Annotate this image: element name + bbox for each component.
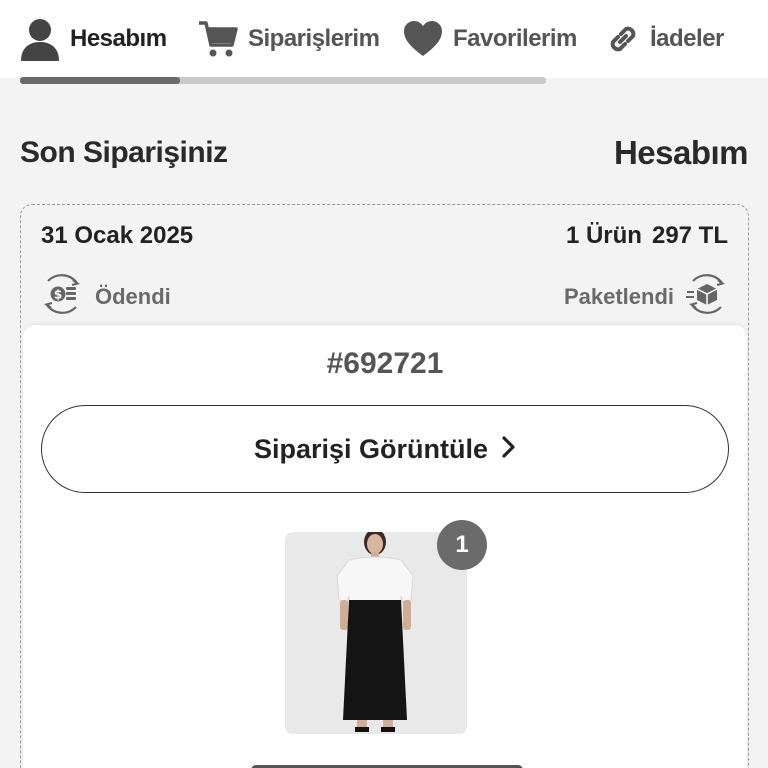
cart-icon xyxy=(198,19,238,59)
svg-text:$: $ xyxy=(54,288,62,302)
nav-item-siparislerim[interactable]: Siparişlerim xyxy=(198,0,380,78)
shipping-status: Paketlendi xyxy=(564,271,730,323)
nav-item-favorilerim[interactable]: Favorilerim xyxy=(403,0,577,78)
item-count: 1 Ürün xyxy=(565,222,642,249)
order-number: #692721 xyxy=(326,347,444,380)
user-icon xyxy=(20,17,60,61)
payment-status-label: Ödendi xyxy=(95,284,171,309)
nav-item-iadeler[interactable]: İadeler xyxy=(606,0,724,78)
order-total: 297 TL xyxy=(651,222,728,249)
payment-icon: $ xyxy=(39,271,85,323)
nav-scrollbar-thumb[interactable] xyxy=(20,77,180,84)
section-title: Son Siparişiniz xyxy=(20,136,228,169)
top-navigation: Hesabım Siparişlerim Favorilerim İadeler xyxy=(0,0,768,78)
link-icon xyxy=(606,22,640,56)
order-detail-card: #692721 Siparişi Görüntüle 1 xyxy=(23,325,747,768)
nav-label: Favorilerim xyxy=(453,25,577,52)
order-summary: 1 Ürün 297 TL xyxy=(566,222,728,250)
order-card: 31 Ocak 2025 1 Ürün 297 TL $ Ödendi Pake… xyxy=(20,204,749,768)
payment-status: $ Ödendi xyxy=(39,271,171,323)
package-icon xyxy=(684,271,730,323)
product-image[interactable] xyxy=(285,532,467,734)
chevron-right-icon xyxy=(502,434,516,465)
account-link[interactable]: Hesabım xyxy=(614,134,749,172)
heart-icon xyxy=(403,20,443,58)
nav-label: Siparişlerim xyxy=(248,25,380,52)
view-order-label: Siparişi Görüntüle xyxy=(253,433,489,464)
view-order-button[interactable]: Siparişi Görüntüle xyxy=(41,405,729,493)
quantity-badge: 1 xyxy=(437,520,487,570)
shipping-status-label: Paketlendi xyxy=(563,284,674,309)
order-date: 31 Ocak 2025 xyxy=(41,222,194,249)
nav-item-hesabim[interactable]: Hesabım xyxy=(20,0,167,78)
nav-label: İadeler xyxy=(650,25,724,52)
nav-label: Hesabım xyxy=(70,25,167,52)
